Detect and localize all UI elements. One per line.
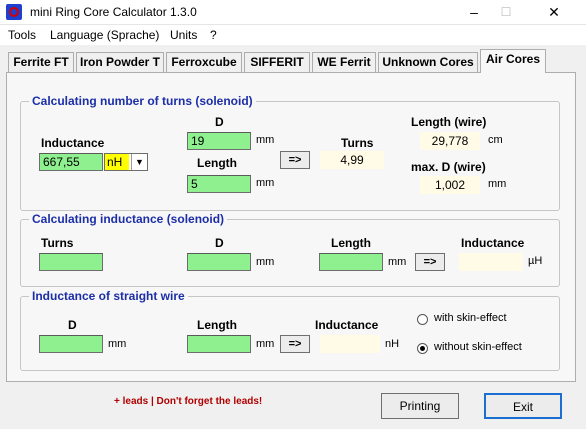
d2-input[interactable] [187,253,251,271]
inductance-output-unit: µH [528,255,543,267]
inductance-label: Inductance [41,136,105,150]
calculate-wire-button[interactable]: => [280,335,310,353]
wire-length-input-label: Length [197,318,237,332]
length2-input[interactable] [319,253,383,271]
max-d-label: max. D (wire) [411,160,486,174]
menu-language[interactable]: Language (Sprache) [50,28,159,42]
turns-calculation-group: Calculating number of turns (solenoid) I… [20,94,560,211]
menu-tools[interactable]: Tools [8,28,36,42]
straight-wire-group: Inductance of straight wire D mm Length … [20,289,560,371]
wire-d-input[interactable] [39,335,103,353]
straight-wire-group-title: Inductance of straight wire [29,289,188,303]
d-label: D [215,115,224,129]
inductance-unit-select[interactable]: nH ▼ [104,153,148,171]
d-unit: mm [256,134,275,146]
title-bar: mini Ring Core Calculator 1.3.0 – ☐ ✕ [0,0,586,25]
max-d-output: 1,002 [420,176,480,194]
tab-sifferit[interactable]: SIFFERIT [244,52,310,72]
tab-ferrite-ft[interactable]: Ferrite FT [8,52,74,72]
wire-length-label: Length (wire) [411,115,487,129]
wire-length-input-unit: mm [256,338,275,350]
wire-length-input[interactable] [187,335,251,353]
minimize-button[interactable]: – [458,0,490,25]
turns-label: Turns [341,136,374,150]
wire-d-unit: mm [108,338,127,350]
tab-ferroxcube[interactable]: Ferroxcube [166,52,242,72]
inductance-group-title: Calculating inductance (solenoid) [29,212,228,226]
without-skin-effect-radio[interactable] [417,343,428,354]
length-label: Length [197,156,237,170]
menu-bar: Tools Language (Sprache) Units ? [0,25,586,45]
length2-unit: mm [388,256,407,268]
wire-inductance-label: Inductance [315,318,379,332]
inductance-unit-value: nH [105,154,129,170]
tab-we-ferrit[interactable]: WE Ferrit [312,52,376,72]
calculate-inductance-button[interactable]: => [415,253,445,271]
without-skin-effect-label[interactable]: without skin-effect [434,341,522,353]
turns-input-label: Turns [41,236,74,250]
tab-iron-powder-t[interactable]: Iron Powder T [76,52,164,72]
maximize-button[interactable]: ☐ [490,0,522,25]
wire-d-label: D [68,318,77,332]
turns-input[interactable] [39,253,103,271]
close-button[interactable]: ✕ [522,0,586,25]
max-d-unit: mm [488,178,507,190]
menu-help[interactable]: ? [210,28,217,42]
length2-label: Length [331,236,371,250]
length-unit: mm [256,177,275,189]
turns-output: 4,99 [320,151,384,169]
turns-group-title: Calculating number of turns (solenoid) [29,94,256,108]
calculate-turns-button[interactable]: => [280,151,310,169]
wire-inductance-unit: nH [385,338,400,350]
app-icon [6,4,22,20]
wire-inductance-output [320,335,380,353]
chevron-down-icon[interactable]: ▼ [131,154,147,170]
wire-length-unit: cm [488,134,503,146]
with-skin-effect-label[interactable]: with skin-effect [434,312,507,324]
tab-air-cores[interactable]: Air Cores [480,49,546,73]
with-skin-effect-radio[interactable] [417,314,428,325]
wire-length-output: 29,778 [420,132,480,150]
inductance-calculation-group: Calculating inductance (solenoid) Turns … [20,212,560,287]
air-cores-panel: Calculating number of turns (solenoid) I… [6,72,576,382]
inductance-output-label: Inductance [461,236,525,250]
exit-button[interactable]: Exit [484,393,562,419]
window-title: mini Ring Core Calculator 1.3.0 [30,5,197,19]
menu-units[interactable]: Units [170,28,197,42]
tab-unknown-cores[interactable]: Unknown Cores [378,52,478,72]
length-input[interactable]: 5 [187,175,251,193]
d-input[interactable]: 19 [187,132,251,150]
inductance-output [459,253,523,271]
leads-warning-note: + leads | Don't forget the leads! [114,396,263,407]
d2-unit: mm [256,256,275,268]
d2-label: D [215,236,224,250]
inductance-input[interactable]: 667,55 [39,153,103,171]
printing-button[interactable]: Printing [381,393,459,419]
